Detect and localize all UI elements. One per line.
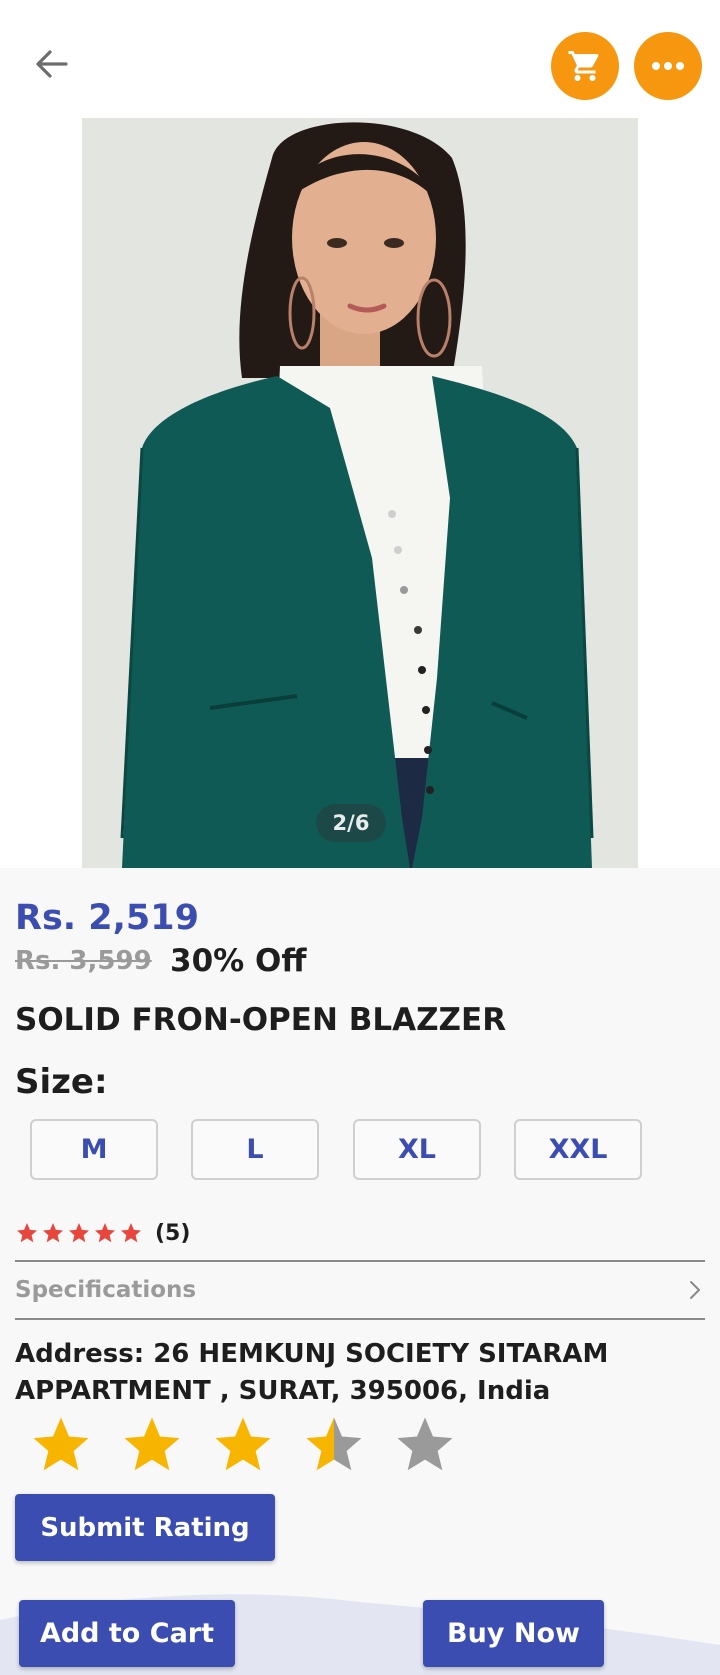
original-price: Rs. 3,599: [15, 946, 152, 976]
rating-count: (5): [155, 1220, 191, 1246]
arrow-left-icon: [36, 50, 68, 78]
star-icon: [43, 1223, 63, 1243]
discount-label: 30% Off: [170, 943, 307, 979]
submit-rating-button[interactable]: Submit Rating: [15, 1494, 275, 1561]
product-title: SOLID FRON-OPEN BLAZZER: [15, 1002, 507, 1038]
product-photo-illustration: [82, 118, 638, 868]
user-rating-input[interactable]: [26, 1412, 481, 1478]
specifications-row[interactable]: Specifications: [15, 1260, 705, 1320]
cart-button[interactable]: [551, 32, 619, 100]
image-pager-indicator: 2/6: [316, 804, 386, 842]
star-icon: [95, 1223, 115, 1243]
size-label: Size:: [15, 1062, 108, 1102]
delivery-address: Address: 26 HEMKUNJ SOCIETY SITARAM APPA…: [15, 1339, 609, 1406]
star-1-icon[interactable]: [26, 1412, 96, 1478]
specifications-label: Specifications: [15, 1277, 197, 1303]
star-icon: [121, 1223, 141, 1243]
size-option-xxl[interactable]: XXL: [514, 1119, 642, 1180]
size-option-m[interactable]: M: [30, 1119, 158, 1180]
star-icon: [69, 1223, 89, 1243]
size-option-l[interactable]: L: [191, 1119, 319, 1180]
product-photo[interactable]: [82, 118, 638, 868]
product-rating: (5): [15, 1218, 190, 1248]
more-options-button[interactable]: [634, 32, 702, 100]
back-button[interactable]: [30, 42, 74, 86]
star-2-icon[interactable]: [117, 1412, 187, 1478]
more-horizontal-icon: [652, 62, 684, 70]
star-icon: [17, 1223, 37, 1243]
star-5-icon[interactable]: [390, 1412, 460, 1478]
star-half-icon[interactable]: [299, 1412, 369, 1478]
shopping-cart-icon: [568, 51, 599, 81]
star-3-icon[interactable]: [208, 1412, 278, 1478]
add-to-cart-button[interactable]: Add to Cart: [19, 1600, 235, 1667]
chevron-right-icon: [690, 1281, 700, 1299]
size-option-xl[interactable]: XL: [353, 1119, 481, 1180]
buy-now-button[interactable]: Buy Now: [423, 1600, 604, 1667]
current-price: Rs. 2,519: [15, 898, 199, 938]
